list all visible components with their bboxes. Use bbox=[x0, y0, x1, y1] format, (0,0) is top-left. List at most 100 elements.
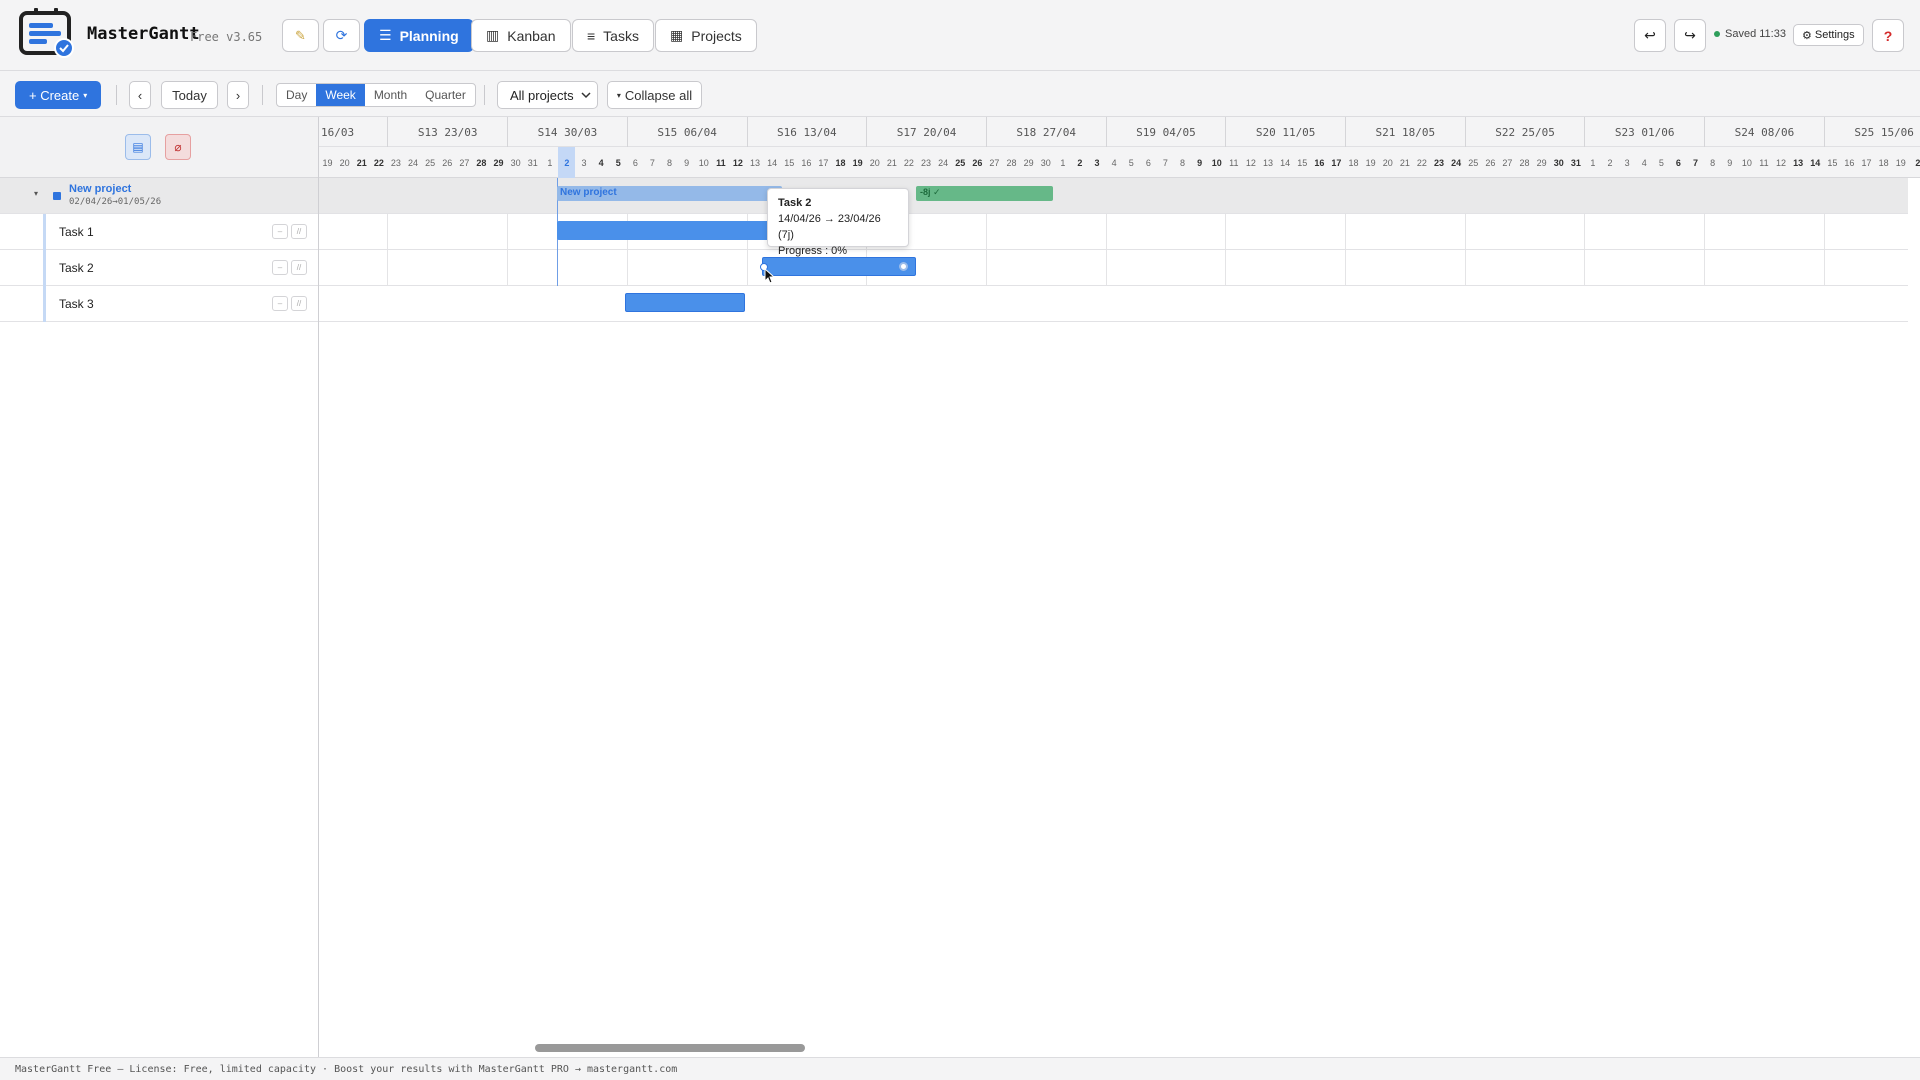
create-label: + Create bbox=[29, 87, 80, 103]
day-label: 18 bbox=[1348, 158, 1359, 168]
day-label: 2 bbox=[1915, 158, 1920, 168]
view-day[interactable]: Day bbox=[277, 84, 316, 106]
mouse-cursor-icon bbox=[764, 268, 776, 284]
tooltip-dates: 14/04/26 → 23/04/26 (7j) bbox=[778, 213, 881, 241]
day-label: 24 bbox=[408, 158, 419, 168]
week-label: S13 23/03 bbox=[387, 117, 507, 147]
day-label: 19 bbox=[852, 158, 863, 168]
day-label: 29 bbox=[1536, 158, 1547, 168]
day-label: 13 bbox=[750, 158, 761, 168]
divider bbox=[484, 85, 485, 105]
tab-projects-label: Projects bbox=[691, 27, 742, 44]
calendar-toggle-button[interactable]: ▤ bbox=[125, 134, 151, 160]
no-dependencies-toggle-button[interactable]: ⌀ bbox=[165, 134, 191, 160]
view-week[interactable]: Week bbox=[316, 84, 365, 106]
collapse-all-button[interactable]: ▾ Collapse all bbox=[607, 81, 702, 109]
day-label: 8 bbox=[667, 158, 673, 168]
prev-button[interactable]: ‹ bbox=[129, 81, 151, 109]
collapse-caret-icon[interactable]: ▾ bbox=[34, 189, 38, 198]
task-minus-button[interactable]: – bbox=[272, 296, 288, 311]
week-label: S14 30/03 bbox=[507, 117, 627, 147]
edit-button[interactable]: ✎ bbox=[282, 19, 319, 52]
week-label: S21 18/05 bbox=[1345, 117, 1465, 147]
day-label: 20 bbox=[339, 158, 350, 168]
horizontal-scrollbar[interactable] bbox=[535, 1044, 805, 1052]
day-label: 2 bbox=[1077, 158, 1083, 168]
project-bar[interactable]: New project bbox=[557, 186, 782, 201]
day-label: 29 bbox=[1023, 158, 1034, 168]
kanban-icon: ▥ bbox=[486, 27, 500, 43]
day-label: 23 bbox=[390, 158, 401, 168]
project-done-bar[interactable]: -8j ✓ bbox=[916, 186, 1053, 201]
project-done-label: -8j ✓ bbox=[920, 187, 941, 197]
day-label: 15 bbox=[1827, 158, 1838, 168]
day-label: 31 bbox=[527, 158, 538, 168]
gantt-chart[interactable]: 16/03 S13 23/03 S14 30/03 S15 06/04 S16 13/0… bbox=[319, 117, 1920, 1057]
today-button[interactable]: Today bbox=[161, 81, 218, 109]
day-label: 14 bbox=[1280, 158, 1291, 168]
task-row[interactable]: Task 1 – // bbox=[0, 214, 318, 250]
project-row[interactable]: ▾ New project 02/04/26→01/05/26 bbox=[0, 178, 318, 214]
task-split-button[interactable]: // bbox=[291, 260, 307, 275]
task-minus-button[interactable]: – bbox=[272, 224, 288, 239]
task-split-button[interactable]: // bbox=[291, 296, 307, 311]
task-timeline-row bbox=[319, 286, 1908, 322]
task-row[interactable]: Task 3 – // bbox=[0, 286, 318, 322]
week-label: S24 08/06 bbox=[1704, 117, 1824, 147]
task-bar[interactable] bbox=[557, 221, 782, 240]
task-indent-bar bbox=[43, 214, 46, 250]
task-row[interactable]: Task 2 – // bbox=[0, 250, 318, 286]
day-label: 30 bbox=[1040, 158, 1051, 168]
day-label: 13 bbox=[1793, 158, 1804, 168]
project-filter-value: All projects bbox=[510, 87, 574, 103]
task-minus-button[interactable]: – bbox=[272, 260, 288, 275]
day-label: 21 bbox=[886, 158, 897, 168]
day-label: 5 bbox=[615, 158, 621, 168]
day-label: 3 bbox=[1094, 158, 1100, 168]
task-list-panel: ▤ ⌀ ▾ New project 02/04/26→01/05/26 Task… bbox=[0, 117, 319, 1057]
task-name: Task 2 bbox=[59, 261, 94, 275]
undo-button[interactable]: ↩ bbox=[1634, 19, 1666, 52]
task-list-header: ▤ ⌀ bbox=[0, 117, 318, 178]
tab-tasks-label: Tasks bbox=[603, 27, 639, 44]
day-label: 19 bbox=[1365, 158, 1376, 168]
day-label: 21 bbox=[356, 158, 367, 168]
task-bar[interactable] bbox=[760, 257, 916, 276]
caret-down-icon: ▾ bbox=[83, 90, 88, 100]
week-label: S16 13/04 bbox=[746, 117, 867, 147]
day-label: 30 bbox=[1553, 158, 1564, 168]
divider bbox=[116, 85, 117, 105]
task-split-button[interactable]: // bbox=[291, 224, 307, 239]
day-label: 14 bbox=[767, 158, 778, 168]
tab-planning[interactable]: ☰ Planning bbox=[364, 19, 474, 52]
tab-tasks[interactable]: ≡ Tasks bbox=[572, 19, 654, 52]
settings-button[interactable]: ⚙ Settings bbox=[1793, 24, 1864, 46]
day-label: 1 bbox=[547, 158, 553, 168]
view-month[interactable]: Month bbox=[365, 84, 416, 106]
project-color-icon bbox=[53, 192, 61, 200]
sync-button[interactable]: ⟳ bbox=[323, 19, 360, 52]
settings-label: Settings bbox=[1814, 29, 1855, 41]
help-button[interactable]: ? bbox=[1872, 19, 1904, 52]
day-label: 30 bbox=[510, 158, 521, 168]
day-label: 20 bbox=[1382, 158, 1393, 168]
view-quarter[interactable]: Quarter bbox=[416, 84, 475, 106]
next-button[interactable]: › bbox=[227, 81, 249, 109]
project-filter-select[interactable]: All projects bbox=[497, 81, 598, 109]
day-label: 7 bbox=[649, 158, 655, 168]
day-label: 23 bbox=[921, 158, 932, 168]
day-label: 21 bbox=[1399, 158, 1410, 168]
task-bar[interactable] bbox=[625, 293, 745, 312]
day-label: 27 bbox=[1502, 158, 1513, 168]
redo-button[interactable]: ↪ bbox=[1674, 19, 1706, 52]
day-label: 4 bbox=[1641, 158, 1647, 168]
day-label: 6 bbox=[1145, 158, 1151, 168]
tab-projects[interactable]: ▦ Projects bbox=[655, 19, 757, 52]
tab-kanban[interactable]: ▥ Kanban bbox=[471, 19, 571, 52]
tab-planning-label: Planning bbox=[399, 27, 459, 44]
progress-handle[interactable] bbox=[899, 262, 908, 271]
task-tooltip: Task 2 14/04/26 → 23/04/26 (7j) Progress… bbox=[767, 188, 909, 257]
day-label: 1 bbox=[1060, 158, 1066, 168]
create-button[interactable]: + Create ▾ bbox=[15, 81, 102, 109]
footer-license-text: MasterGantt Free — License: Free, limite… bbox=[0, 1057, 1920, 1080]
